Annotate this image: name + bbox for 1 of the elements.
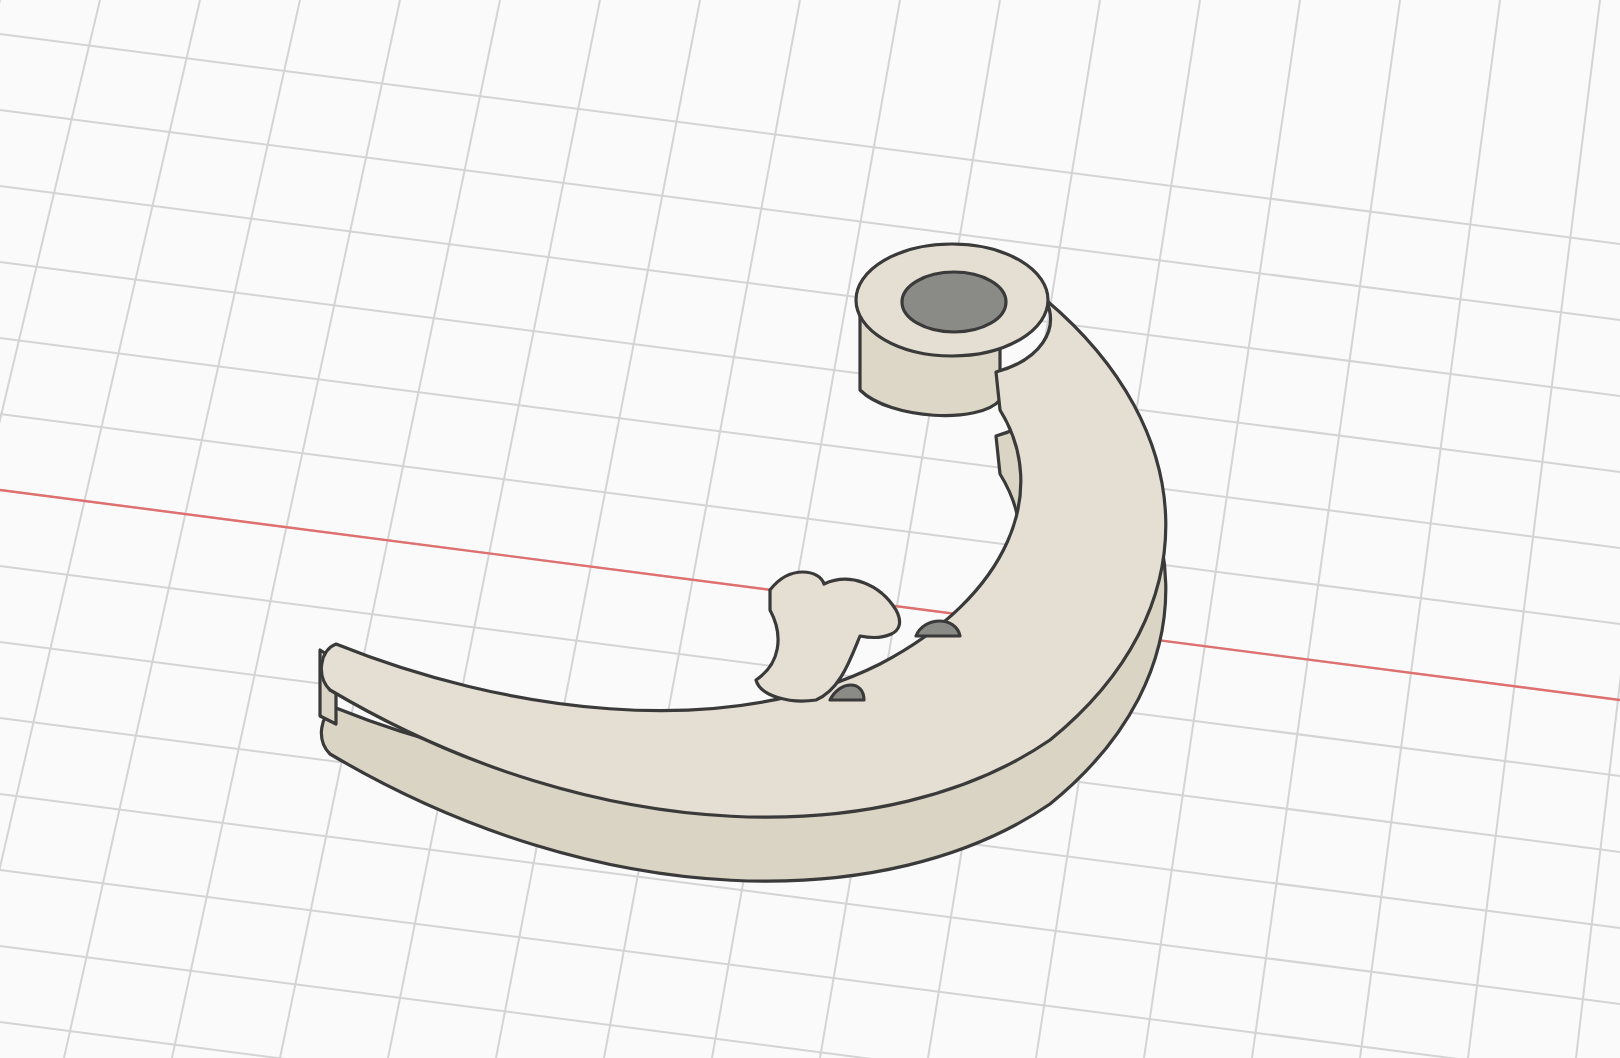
3d-viewport[interactable] — [0, 0, 1620, 1058]
